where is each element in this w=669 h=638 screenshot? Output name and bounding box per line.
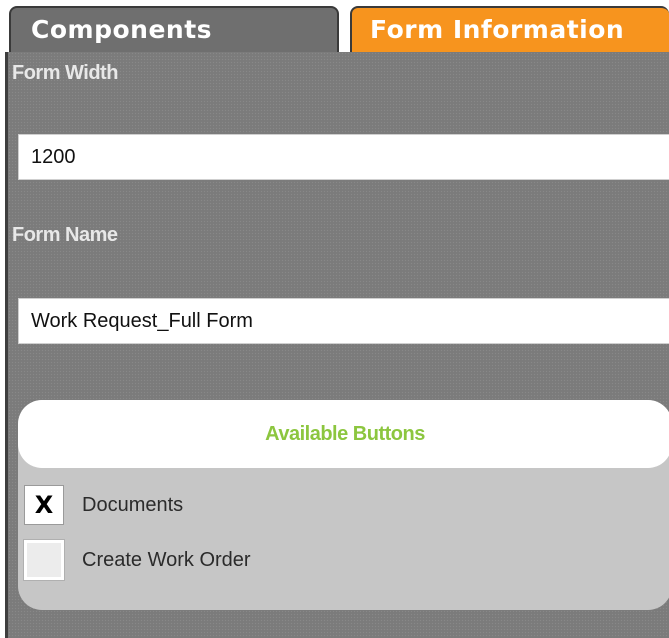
create-work-order-option[interactable]: Create Work Order <box>24 540 624 582</box>
documents-option[interactable]: X Documents <box>24 485 624 527</box>
form-name-field[interactable] <box>18 298 669 344</box>
available-buttons-section: Available Buttons X Documents Create Wor… <box>18 400 669 610</box>
tab-bar: Components Form Information <box>0 0 669 52</box>
tab-components[interactable]: Components <box>9 6 339 52</box>
create-work-order-label: Create Work Order <box>82 549 251 571</box>
form-name-label: Form Name <box>12 224 118 246</box>
available-buttons-title: Available Buttons <box>18 400 669 468</box>
form-information-panel: Form Width Form Name Available Buttons X… <box>5 52 669 638</box>
tab-form-information[interactable]: Form Information <box>350 6 669 52</box>
documents-checkbox[interactable]: X <box>24 485 64 525</box>
form-width-field[interactable] <box>18 134 669 180</box>
documents-label: Documents <box>82 494 184 516</box>
create-work-order-checkbox[interactable] <box>24 540 64 580</box>
form-width-label: Form Width <box>12 62 118 84</box>
